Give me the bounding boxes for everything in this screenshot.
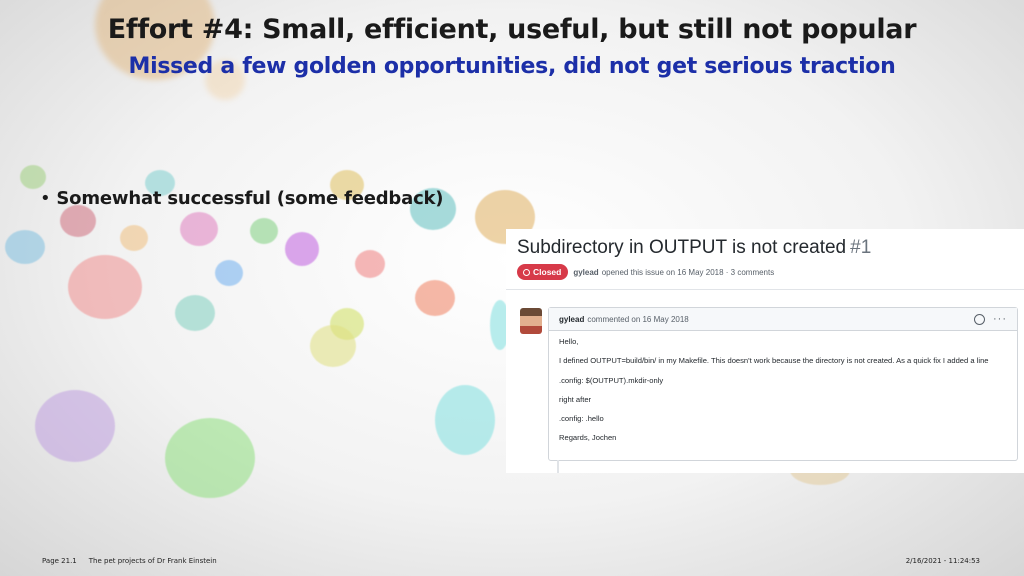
issue-number: #1: [850, 237, 872, 258]
more-options-icon[interactable]: ···: [993, 313, 1007, 325]
closed-issue-icon: [523, 268, 530, 276]
comment-box: gylead commented on 16 May 2018 ··· Hell…: [548, 307, 1018, 461]
comment-author-link[interactable]: gylead: [559, 315, 584, 324]
comment-line: .config: $(OUTPUT).mkdir-only: [559, 375, 664, 385]
status-label: Closed: [533, 267, 562, 277]
slide-footer: Page 21.1 The pet projects of Dr Frank Ei…: [42, 557, 229, 565]
comment-line: right after: [559, 394, 592, 404]
issue-author-link[interactable]: gylead: [573, 268, 598, 277]
bullet-dot-icon: •: [40, 188, 51, 209]
footer-datetime: 2/16/2021 - 11:24:53: [905, 557, 980, 565]
emoji-reaction-icon[interactable]: [974, 313, 985, 325]
slide-title: Effort #4: Small, efficient, useful, but…: [107, 14, 917, 45]
comment-line: I defined OUTPUT=build/bin/ in my Makefi…: [559, 356, 989, 366]
slide-subtitle: Missed a few golden opportunities, did n…: [128, 54, 896, 79]
comment-line: Hello,: [559, 337, 579, 346]
comment-body: Hello, I defined OUTPUT=build/bin/ in my…: [549, 331, 1017, 459]
page-number: Page 21.1: [42, 557, 77, 565]
comment-line: Regards, Jochen: [559, 433, 617, 443]
comment-line: .config: .hello: [559, 414, 604, 424]
issue-meta: Closed gylead opened this issue on 16 Ma…: [517, 264, 774, 280]
issue-meta-text: opened this issue on 16 May 2018 · 3 com…: [601, 267, 775, 277]
divider: [506, 289, 1024, 290]
github-issue-screenshot: Subdirectory in OUTPUT is not created #1 …: [506, 229, 1024, 473]
bullet-text: Somewhat successful (some feedback): [56, 188, 444, 209]
status-badge: Closed: [517, 264, 569, 280]
comment-header: gylead commented on 16 May 2018 ···: [549, 308, 1017, 331]
issue-title-text: Subdirectory in OUTPUT is not created: [517, 237, 847, 258]
talk-title: The pet projects of Dr Frank Einstein: [88, 557, 217, 565]
bullet-item: • Somewhat successful (some feedback): [40, 188, 444, 209]
avatar[interactable]: [520, 308, 542, 334]
comment-meta: commented on 16 May 2018: [587, 314, 689, 324]
issue-title: Subdirectory in OUTPUT is not created #1: [517, 237, 871, 259]
timeline-line: [557, 460, 559, 473]
